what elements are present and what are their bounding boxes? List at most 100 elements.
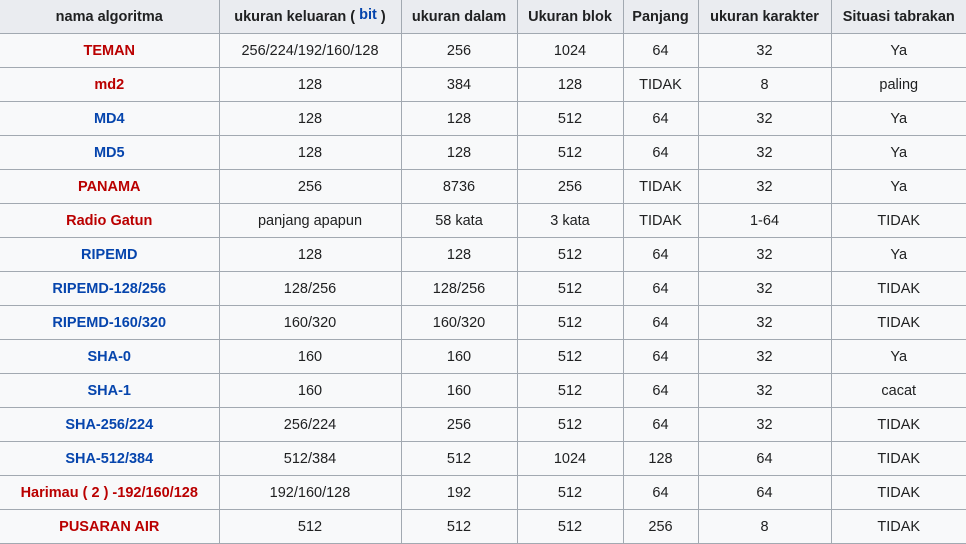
algorithm-name-cell: SHA-0 — [0, 339, 220, 374]
internal-size-cell: 384 — [400, 67, 518, 102]
char-size-cell: 32 — [697, 237, 832, 272]
algorithm-name-cell: md2 — [0, 67, 220, 102]
algorithm-link[interactable]: PANAMA — [78, 179, 141, 195]
algorithm-link[interactable]: md2 — [94, 77, 124, 93]
algorithm-link[interactable]: PUSARAN AIR — [59, 519, 159, 535]
header-output-size[interactable]: ukuran keluaran ( bit ) — [218, 0, 402, 34]
length-cell: 64 — [622, 33, 699, 68]
collision-cell: cacat — [830, 373, 966, 408]
collision-cell: TIDAK — [830, 475, 966, 510]
collision-cell: Ya — [830, 237, 966, 272]
algorithm-link[interactable]: RIPEMD-160/320 — [52, 315, 166, 331]
algorithm-name-cell: RIPEMD — [0, 237, 220, 272]
algorithm-link[interactable]: Harimau ( 2 ) -192/160/128 — [21, 485, 198, 501]
algorithm-name-cell: MD4 — [0, 101, 220, 136]
algorithm-link[interactable]: SHA-512/384 — [65, 451, 153, 467]
char-size-cell: 8 — [697, 67, 832, 102]
table-row: PANAMA 256 8736 256 TIDAK 32 Ya — [0, 169, 966, 204]
char-size-cell: 32 — [697, 135, 832, 170]
char-size-cell: 64 — [697, 475, 832, 510]
algorithm-link[interactable]: RIPEMD-128/256 — [52, 281, 166, 297]
internal-size-cell: 160 — [400, 339, 518, 374]
table-row: Radio Gatun panjang apapun 58 kata 3 kata TI… — [0, 203, 966, 238]
block-size-cell: 512 — [516, 373, 624, 408]
collision-cell: TIDAK — [830, 509, 966, 544]
length-cell: 64 — [622, 373, 699, 408]
table-row: MD5 128 128 512 64 32 Ya — [0, 135, 966, 170]
algorithm-link[interactable]: SHA-1 — [87, 383, 131, 399]
table-row: RIPEMD-160/320 160/320 160/320 512 64 32 TIDAK — [0, 305, 966, 340]
char-size-cell: 32 — [697, 373, 832, 408]
block-size-cell: 512 — [516, 407, 624, 442]
header-name[interactable]: nama algoritma — [0, 0, 220, 34]
char-size-cell: 1-64 — [697, 203, 832, 238]
output-size-cell: 256/224 — [218, 407, 402, 442]
collision-cell: TIDAK — [830, 441, 966, 476]
header-length[interactable]: Panjang — [622, 0, 699, 34]
output-size-cell: 160 — [218, 339, 402, 374]
char-size-cell: 32 — [697, 407, 832, 442]
length-cell: 64 — [622, 237, 699, 272]
table-row: md2 128 384 128 TIDAK 8 paling — [0, 67, 966, 102]
table-row: Harimau ( 2 ) -192/160/128 192/160/128 192… — [0, 475, 966, 510]
algorithm-name-cell: PUSARAN AIR — [0, 509, 220, 544]
length-cell: 64 — [622, 135, 699, 170]
block-size-cell: 1024 — [516, 33, 624, 68]
output-size-cell: 160/320 — [218, 305, 402, 340]
internal-size-cell: 256 — [400, 407, 518, 442]
algorithm-link[interactable]: RIPEMD — [81, 247, 137, 263]
table-row: MD4 128 128 512 64 32 Ya — [0, 101, 966, 136]
algorithm-name-cell: RIPEMD-128/256 — [0, 271, 220, 306]
block-size-cell: 128 — [516, 67, 624, 102]
block-size-cell: 1024 — [516, 441, 624, 476]
output-size-cell: 256 — [218, 169, 402, 204]
block-size-cell: 512 — [516, 271, 624, 306]
output-size-cell: panjang apapun — [218, 203, 402, 238]
output-size-cell: 128 — [218, 237, 402, 272]
internal-size-cell: 160 — [400, 373, 518, 408]
header-internal-size[interactable]: ukuran dalam — [400, 0, 518, 34]
algorithm-link[interactable]: TEMAN — [83, 43, 135, 59]
table-row: SHA-0 160 160 512 64 32 Ya — [0, 339, 966, 374]
internal-size-cell: 160/320 — [400, 305, 518, 340]
algorithm-link[interactable]: Radio Gatun — [66, 213, 152, 229]
algorithm-link[interactable]: MD4 — [94, 111, 125, 127]
block-size-cell: 256 — [516, 169, 624, 204]
hash-comparison-table: nama algoritma ukuran keluaran ( bit ) u… — [0, 0, 966, 544]
internal-size-cell: 8736 — [400, 169, 518, 204]
length-cell: TIDAK — [622, 203, 699, 238]
algorithm-link[interactable]: SHA-0 — [87, 349, 131, 365]
length-cell: 64 — [622, 339, 699, 374]
char-size-cell: 32 — [697, 271, 832, 306]
char-size-cell: 64 — [697, 441, 832, 476]
collision-cell: TIDAK — [830, 407, 966, 442]
length-cell: 128 — [622, 441, 699, 476]
length-cell: TIDAK — [622, 67, 699, 102]
header-collision[interactable]: Situasi tabrakan — [830, 0, 966, 34]
table-row: SHA-1 160 160 512 64 32 cacat — [0, 373, 966, 408]
algorithm-name-cell: RIPEMD-160/320 — [0, 305, 220, 340]
internal-size-cell: 512 — [400, 509, 518, 544]
char-size-cell: 8 — [697, 509, 832, 544]
table-body: TEMAN 256/224/192/160/128 256 1024 64 32 Ya md2… — [0, 33, 966, 544]
bit-link[interactable]: bit — [359, 7, 377, 23]
output-size-cell: 512 — [218, 509, 402, 544]
block-size-cell: 3 kata — [516, 203, 624, 238]
output-size-cell: 128 — [218, 135, 402, 170]
block-size-cell: 512 — [516, 135, 624, 170]
algorithm-name-cell: TEMAN — [0, 33, 220, 68]
collision-cell: Ya — [830, 101, 966, 136]
output-size-cell: 128/256 — [218, 271, 402, 306]
algorithm-name-cell: SHA-512/384 — [0, 441, 220, 476]
collision-cell: TIDAK — [830, 271, 966, 306]
collision-cell: Ya — [830, 339, 966, 374]
header-row: nama algoritma ukuran keluaran ( bit ) u… — [0, 0, 966, 34]
output-size-cell: 128 — [218, 67, 402, 102]
block-size-cell: 512 — [516, 305, 624, 340]
algorithm-link[interactable]: MD5 — [94, 145, 125, 161]
header-char-size[interactable]: ukuran karakter — [697, 0, 832, 34]
algorithm-link[interactable]: SHA-256/224 — [65, 417, 153, 433]
algorithm-name-cell: PANAMA — [0, 169, 220, 204]
header-block-size[interactable]: Ukuran blok — [516, 0, 624, 34]
algorithm-name-cell: SHA-1 — [0, 373, 220, 408]
